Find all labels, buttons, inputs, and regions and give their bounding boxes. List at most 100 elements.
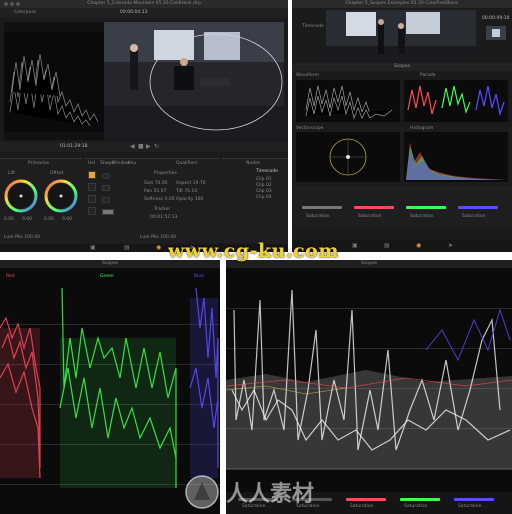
polygon-window-icon[interactable]: [102, 197, 110, 203]
scopes-header: Scopes: [292, 63, 512, 71]
readout: Aspect 19.70: [176, 181, 206, 186]
node-item[interactable]: Clip 02: [256, 183, 272, 188]
shape-square-button[interactable]: [88, 171, 96, 179]
slider-label: Saturation: [458, 504, 482, 509]
primaries-panel: Primaries Lift Offset 0.00 0.00 0.00 0.0…: [0, 158, 82, 248]
blue-slider[interactable]: [458, 206, 498, 209]
edit-page-icon[interactable]: ▤: [124, 244, 130, 251]
readout: Softness 0.00: [144, 197, 175, 202]
gradient-window-icon[interactable]: [102, 209, 114, 215]
node-item[interactable]: Clip 04: [256, 195, 272, 200]
media-page-icon[interactable]: ▣: [90, 244, 96, 251]
nodes-panel: Nodes Timecode Clip 01 Clip 02 Clip 03 C…: [222, 158, 288, 248]
media-page-icon[interactable]: ▣: [352, 242, 358, 249]
transport-timecode: 01:01:29:18: [60, 144, 88, 149]
red-slider[interactable]: [354, 206, 394, 209]
stop-icon[interactable]: ■: [138, 143, 144, 150]
waveform-overlay: [4, 32, 104, 132]
cn-watermark: 人人素材: [226, 481, 315, 507]
waveform-zoom-title: Scopes: [360, 261, 378, 266]
play-icon[interactable]: ▶: [146, 143, 151, 150]
readout: Pan 55.07: [144, 189, 167, 194]
histogram-scope: [404, 132, 508, 182]
scopes-window-title-bar: Chapter 5_Scopes Examples 05 20 ColorFes…: [292, 0, 512, 8]
scopes-bottom-bar: Saturation Saturation Saturation Saturat…: [292, 186, 512, 226]
channel-label-red: Red: [6, 274, 15, 279]
node-item[interactable]: Clip 01: [256, 177, 272, 182]
wheel-value: 0.00: [22, 217, 33, 222]
color-wheel-lift[interactable]: [4, 179, 38, 213]
viewer-image: [104, 22, 284, 140]
node-item[interactable]: Timecode: [302, 24, 324, 29]
slider-label: Saturation: [410, 214, 434, 219]
waveform-scope: [296, 80, 400, 122]
url-watermark: www.cg-ku.com: [168, 240, 339, 262]
channel-label-green: Green: [100, 274, 114, 279]
tool-col[interactable]: Hsl: [88, 161, 95, 166]
clip-label[interactable]: Colorpure: [14, 10, 36, 15]
scopes-viewer-image: [326, 10, 476, 62]
qualifiers-label: Qualifiers: [176, 161, 198, 166]
saturation-slider[interactable]: [302, 206, 342, 209]
slider-label: Saturation: [358, 214, 382, 219]
wheel-value: 0.00: [4, 217, 15, 222]
slider-label: Saturation: [404, 504, 428, 509]
panel-scopes-window: Chapter 5_Scopes Examples 05 20 ColorFes…: [292, 0, 512, 252]
node-timecode: Timecode: [256, 169, 278, 174]
shape-polygon-button[interactable]: [88, 195, 96, 203]
edit-page-icon[interactable]: ▤: [384, 242, 390, 249]
wheel-label-lift: Lift: [8, 171, 16, 176]
red-slider[interactable]: [346, 498, 386, 501]
color-page-title-bar: Chapter 5_Colorado Mountain 05 20 ColdHe…: [0, 0, 288, 8]
thumbnail-icon[interactable]: [486, 26, 506, 40]
minimize-icon[interactable]: [10, 2, 14, 6]
nodes-label: Nodes: [246, 161, 261, 166]
close-icon[interactable]: [4, 2, 8, 6]
slider-label: Saturation: [350, 504, 374, 509]
readout: Size 70.00: [144, 181, 168, 186]
parade-title: Scopes: [101, 261, 119, 266]
loop-icon[interactable]: ↻: [154, 143, 159, 150]
wheel-label-offset: Offset: [50, 171, 64, 176]
color-wheel-offset[interactable]: [44, 179, 78, 213]
tracker-value: 00:01:57:13: [150, 215, 178, 220]
scopes-timecode: 00:00:09:10: [482, 16, 510, 21]
green-slider[interactable]: [400, 498, 440, 501]
linear-window-icon[interactable]: [102, 185, 110, 191]
tool-col[interactable]: Key: [128, 161, 136, 166]
zoom-icon[interactable]: [16, 2, 20, 6]
properties-label: Properties: [154, 171, 177, 176]
green-slider[interactable]: [406, 206, 446, 209]
qualifiers-panel: Hsl Shape Window Key Qualifiers Properti…: [84, 158, 220, 248]
circle-window-icon[interactable]: [102, 173, 110, 179]
transport-bar: 01:01:29:18 ◀ ■ ▶ ↻: [0, 142, 288, 152]
tracker-label: Tracker: [154, 207, 171, 212]
color-page-title: Chapter 5_Colorado Mountain 05 20 ColdHe…: [87, 1, 201, 6]
waveform-zoom-scope: [226, 289, 512, 470]
wheel-value: 0.00: [44, 217, 55, 222]
slider-label: Saturation: [462, 214, 486, 219]
vectorscope-label: Vectorscope: [296, 126, 324, 131]
wheel-value: 0.00: [62, 217, 73, 222]
shape-curve-button[interactable]: [88, 207, 96, 215]
deliver-page-icon[interactable]: ➤: [448, 242, 453, 249]
node-item[interactable]: Clip 03: [256, 189, 272, 194]
color-page-icon[interactable]: ◉: [416, 242, 421, 249]
viewer-timecode: 00:00:04:13: [120, 10, 148, 15]
blue-slider[interactable]: [454, 498, 494, 501]
play-reverse-icon[interactable]: ◀: [130, 143, 135, 150]
panel-color-page: Chapter 5_Colorado Mountain 05 20 ColdHe…: [0, 0, 288, 252]
watermark-logo-icon: [185, 475, 219, 509]
parade-scope: [404, 80, 508, 122]
scopes-header-label: Scopes: [393, 64, 411, 69]
color-page-icon[interactable]: ◉: [156, 244, 161, 251]
parade-label: Parade: [420, 73, 436, 78]
viewer-area[interactable]: [4, 22, 284, 140]
readout: Tilt 76.14: [176, 189, 198, 194]
scopes-window-title: Chapter 5_Scopes Examples 05 20 ColorFes…: [345, 1, 459, 6]
waveform-label: Waveform: [296, 73, 319, 78]
shape-circle-button[interactable]: [88, 183, 96, 191]
readout: Opacity 100: [176, 197, 204, 202]
primaries-label: Primaries: [28, 161, 50, 166]
slider-label: Saturation: [306, 214, 330, 219]
